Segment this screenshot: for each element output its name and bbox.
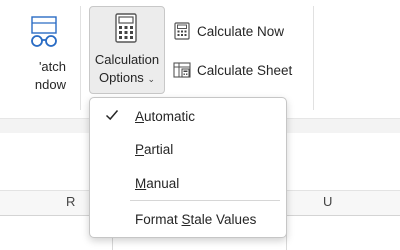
menu-item-partial[interactable]: Partial bbox=[90, 134, 286, 164]
ribbon-group-separator bbox=[80, 6, 81, 110]
calculate-sheet-icon bbox=[173, 62, 191, 78]
menu-item-format-stale-values[interactable]: Format Stale Values bbox=[90, 204, 286, 234]
watch-window-glasses-icon bbox=[31, 16, 57, 47]
menu-item-label: Format Stale Values bbox=[135, 211, 257, 227]
menu-item-label: Manual bbox=[135, 175, 180, 191]
watch-window-label: 'atch ndow bbox=[34, 59, 66, 92]
column-header-r[interactable]: R bbox=[66, 194, 75, 209]
watch-window-button[interactable]: 'atch ndow bbox=[0, 6, 74, 106]
calculate-now-button[interactable]: Calculate Now bbox=[173, 18, 284, 44]
menu-item-label: Partial bbox=[135, 141, 174, 157]
calculate-sheet-label: Calculate Sheet bbox=[197, 62, 293, 78]
menu-item-manual[interactable]: Manual bbox=[90, 168, 286, 198]
calculation-options-label: Calculation Options ⌄ bbox=[94, 52, 160, 85]
menu-item-label: Automatic bbox=[135, 108, 196, 124]
excel-window: 'atch ndow Calculation Options ⌄ Calcula… bbox=[0, 0, 400, 250]
calculation-options-button[interactable]: Calculation Options ⌄ bbox=[89, 6, 165, 94]
calculator-icon bbox=[115, 13, 137, 43]
menu-item-automatic[interactable]: Automatic bbox=[90, 101, 286, 131]
chevron-down-icon: ⌄ bbox=[147, 74, 155, 84]
checkmark-icon bbox=[105, 110, 119, 121]
calculation-options-menu: Automatic Partial Manual Format Stale Va… bbox=[89, 97, 287, 238]
calculator-small-icon bbox=[174, 22, 190, 40]
calculate-sheet-button[interactable]: Calculate Sheet bbox=[173, 57, 292, 83]
column-header-u[interactable]: U bbox=[323, 194, 332, 209]
ribbon-group-separator bbox=[313, 6, 314, 110]
calculate-now-label: Calculate Now bbox=[197, 23, 285, 39]
menu-separator bbox=[130, 200, 280, 201]
